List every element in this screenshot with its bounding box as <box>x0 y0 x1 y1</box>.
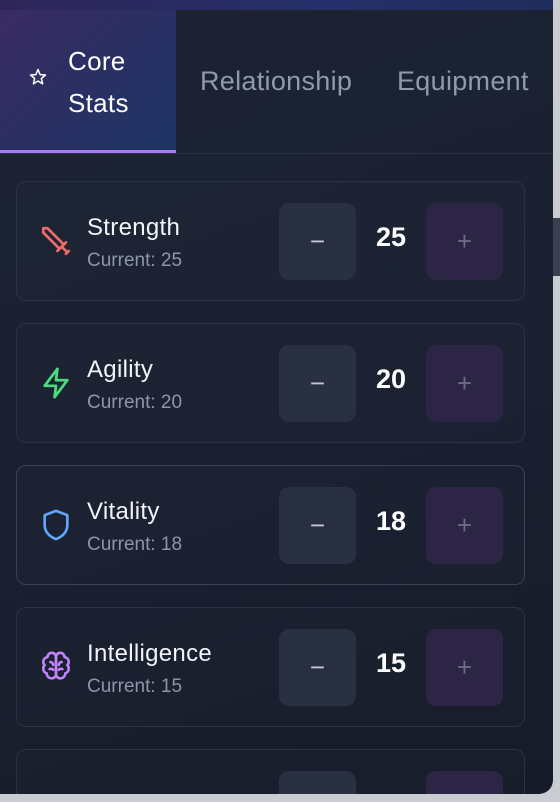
stat-value: 25 <box>375 222 407 252</box>
decrease-button-partial[interactable] <box>279 771 356 794</box>
increase-strength-button[interactable]: + <box>426 203 503 280</box>
tab-bar: Core Stats Relationship Equipment <box>0 10 553 154</box>
stat-row-vitality: Vitality Current: 18 − 18 + <box>16 465 525 585</box>
character-panel: Core Stats Relationship Equipment Streng… <box>0 0 553 794</box>
stat-current: Current: 25 <box>87 250 183 271</box>
shield-icon <box>43 509 69 541</box>
stat-name: Intelligence <box>87 640 213 667</box>
scrollbar-thumb[interactable] <box>553 218 560 276</box>
stat-row-partial <box>16 749 525 794</box>
stat-name: Vitality <box>87 498 160 525</box>
stat-value: 15 <box>375 648 407 678</box>
stat-value: 18 <box>375 506 407 536</box>
decrease-strength-button[interactable]: − <box>279 203 356 280</box>
tab-relationship[interactable]: Relationship <box>200 10 352 153</box>
sword-icon <box>41 226 71 256</box>
lightning-icon <box>43 367 69 399</box>
stat-name: Agility <box>87 356 154 383</box>
decrease-vitality-button[interactable]: − <box>279 487 356 564</box>
stat-value: 20 <box>375 364 407 394</box>
tab-equipment[interactable]: Equipment <box>397 10 529 153</box>
increase-intelligence-button[interactable]: + <box>426 629 503 706</box>
stat-current: Current: 18 <box>87 534 183 555</box>
tab-label: Core Stats <box>68 46 129 118</box>
stat-row-agility: Agility Current: 20 − 20 + <box>16 323 525 443</box>
stat-current: Current: 20 <box>87 392 183 413</box>
increase-agility-button[interactable]: + <box>426 345 503 422</box>
increase-button-partial[interactable] <box>426 771 503 794</box>
stat-row-intelligence: Intelligence Current: 15 − 15 + <box>16 607 525 727</box>
stat-row-strength: Strength Current: 25 − 25 + <box>16 181 525 301</box>
tab-core-stats[interactable]: Core Stats <box>0 10 176 153</box>
top-strip <box>0 0 553 10</box>
decrease-intelligence-button[interactable]: − <box>279 629 356 706</box>
stat-current: Current: 15 <box>87 676 183 697</box>
decrease-agility-button[interactable]: − <box>279 345 356 422</box>
increase-vitality-button[interactable]: + <box>426 487 503 564</box>
brain-icon <box>41 651 71 680</box>
stat-name: Strength <box>87 214 181 241</box>
star-icon <box>29 68 47 85</box>
